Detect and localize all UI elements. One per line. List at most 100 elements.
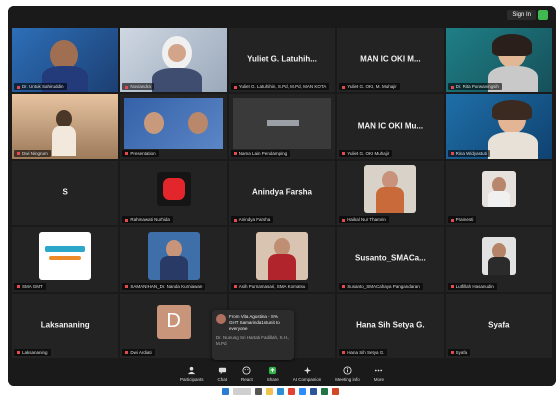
sign-in-button[interactable]: Sign In (507, 10, 536, 20)
windows-start-icon[interactable] (221, 387, 229, 395)
participant-name-label: Hana Sih Setya G. (339, 349, 388, 356)
taskview-icon[interactable] (254, 387, 262, 395)
participant-display-name: Susanto_SMACa... (355, 253, 426, 263)
info-icon (343, 366, 352, 375)
file-explorer-icon[interactable] (265, 387, 273, 395)
chat-message: GHT Samarinda1stunit to everyone (229, 320, 280, 331)
participant-display-name: MAN IC OKI M... (360, 54, 421, 64)
participant-display-name: Anindya Farsha (251, 187, 312, 197)
chat-notification-popup[interactable]: From Vita Agustina - S% GHT Samarinda1st… (212, 310, 294, 360)
shared-screen-thumbnail (232, 98, 332, 149)
participant-name-label: Dr. Untuk Sahiruddin (14, 83, 67, 91)
participant-name-label: Haikal Nur Thamrin (339, 216, 389, 224)
participant-name-label: Lutfillah Hasanudin (447, 282, 497, 290)
participant-display-name: Laksananing (40, 320, 90, 330)
excel-icon[interactable] (320, 387, 328, 395)
react-button[interactable]: React (241, 366, 253, 382)
participant-tile[interactable]: MAN IC OKI Mu... Yuliet G. OKI Muhajir (337, 94, 444, 159)
shared-screen-thumbnail (124, 98, 223, 149)
participant-name-label: Yuliet G. Latuhihin, S.Pd, M.Pd, MAN KOT… (230, 83, 330, 91)
participant-tile[interactable]: Nama Lain Pendamping (228, 94, 336, 159)
powerpoint-icon[interactable] (331, 387, 339, 395)
participant-name-label: Syafa (447, 349, 471, 356)
ai-companion-button[interactable]: AI Companion (292, 366, 322, 382)
participant-tile[interactable]: S (12, 160, 119, 226)
participant-tile[interactable]: Asih Purnamasari, SMA Komatsu (228, 227, 336, 292)
avatar (216, 314, 226, 324)
participant-name-label: Anindya Farsha (230, 216, 274, 224)
participant-tile[interactable]: SAMANIHAN_Dr. Nanda Kurniawan (120, 227, 227, 292)
participant-name-label: Susanto_SMACahaya Pangandaran (339, 282, 423, 290)
participant-tile[interactable]: Dwi Ningrum (12, 94, 119, 159)
os-taskbar (0, 386, 560, 396)
chat-button[interactable]: Chat (217, 366, 227, 382)
chat-icon (218, 367, 226, 375)
ai-companion-label: AI Companion (292, 377, 322, 382)
participant-tile[interactable]: MAN IC OKI M... Yuliet G. OKI, M. Muhaji… (337, 28, 444, 93)
participant-name-label: Rina Widyastuti (447, 149, 490, 157)
participant-tile[interactable]: SMA GMT (12, 227, 119, 292)
participant-display-name: Hana Sih Setya G. (356, 320, 425, 330)
participant-tile[interactable]: Hana Sih Setya G. Hana Sih Setya G. (337, 293, 444, 358)
participant-name-label: SAMANIHAN_Dr. Nanda Kurniawan (122, 282, 206, 290)
participant-name-label: Presentation (122, 149, 159, 157)
participant-tile[interactable]: Dr. Untuk Sahiruddin (12, 28, 119, 93)
participant-photo (255, 231, 308, 280)
participant-tile[interactable]: Susanto_SMACa... Susanto_SMACahaya Panga… (337, 227, 444, 292)
participant-name-label: SMA GMT (14, 282, 46, 290)
shield-icon[interactable] (538, 10, 548, 20)
participant-tile[interactable]: Laksananing Laksananing (12, 293, 119, 358)
participant-tile-active-speaker[interactable]: Dr. Rita Purwaningsih (445, 28, 552, 93)
share-button[interactable]: Share (267, 366, 279, 382)
meeting-info-button[interactable]: Meeting info (335, 366, 360, 382)
react-icon (242, 366, 251, 375)
participant-tile[interactable]: Lutfillah Hasanudin (445, 227, 552, 292)
share-label: Share (266, 377, 279, 382)
browser-icon[interactable] (276, 387, 284, 395)
chrome-icon[interactable] (287, 387, 295, 395)
gallery-grid: Dr. Untuk Sahiruddin Noviandra Yuliet G.… (12, 28, 552, 358)
ai-companion-icon (303, 366, 311, 375)
participant-tile[interactable]: Pramesti (445, 160, 552, 226)
chat-label: Chat (217, 377, 227, 382)
zoom-app-icon[interactable] (298, 387, 306, 395)
participant-tile[interactable]: Noviandra (120, 28, 227, 93)
participant-name-label: Laksananing (14, 349, 51, 356)
participant-photo (147, 231, 200, 280)
participants-label: Participants (179, 377, 204, 382)
participant-tile[interactable]: Anindya Farsha Anindya Farsha (228, 160, 336, 226)
participant-name-label: Yuliet G. OKI, M. Muhajir (339, 83, 400, 91)
participant-display-name: Syafa (488, 320, 510, 330)
participant-photo (39, 231, 92, 280)
participants-icon (188, 366, 196, 375)
search-icon[interactable] (232, 387, 251, 395)
top-bar: Sign In (8, 6, 556, 26)
share-icon (269, 366, 277, 375)
participant-name-label: Yuliet G. OKI Muhajir (339, 149, 393, 157)
participant-name-label: Dwi Ardiati (122, 349, 155, 356)
participant-name-label: Nama Lain Pendamping (230, 149, 291, 157)
participant-display-name: Yuliet G. Latuhih... (247, 54, 317, 64)
participant-display-name: S (62, 187, 68, 197)
participant-tile[interactable]: Haikal Nur Thamrin (337, 160, 444, 226)
participant-tile[interactable]: Rina Widyastuti (445, 94, 552, 159)
participant-tile[interactable]: Yuliet G. Latuhih... Yuliet G. Latuhihin… (228, 28, 336, 93)
participant-name-label: Rahmawati Nurhida (122, 216, 173, 224)
meeting-toolbar: Participants Chat React Share AI Compani… (8, 362, 556, 386)
word-icon[interactable] (309, 387, 317, 395)
react-label: React (240, 377, 253, 382)
chat-footer: Dr. Nunung Sri Hartati Fadillah, S.H., M… (216, 335, 290, 346)
more-button[interactable]: More (374, 366, 384, 382)
participant-name-label: Dr. Rita Purwaningsih (447, 83, 502, 91)
participant-photo (481, 171, 516, 208)
participant-display-name: MAN IC OKI Mu... (357, 121, 424, 131)
participant-name-label: Dwi Ningrum (14, 149, 51, 157)
participant-tile[interactable]: Presentation (120, 94, 227, 159)
participants-button[interactable]: Participants (179, 366, 204, 382)
participant-tile[interactable]: Syafa Syafa (445, 293, 552, 358)
participant-name-label: Pramesti (447, 216, 477, 224)
participant-photo (481, 236, 516, 275)
participant-tile[interactable]: Rahmawati Nurhida (120, 160, 227, 226)
participant-tile[interactable]: D Dwi Ardiati (120, 293, 227, 358)
participant-photo (364, 165, 417, 214)
